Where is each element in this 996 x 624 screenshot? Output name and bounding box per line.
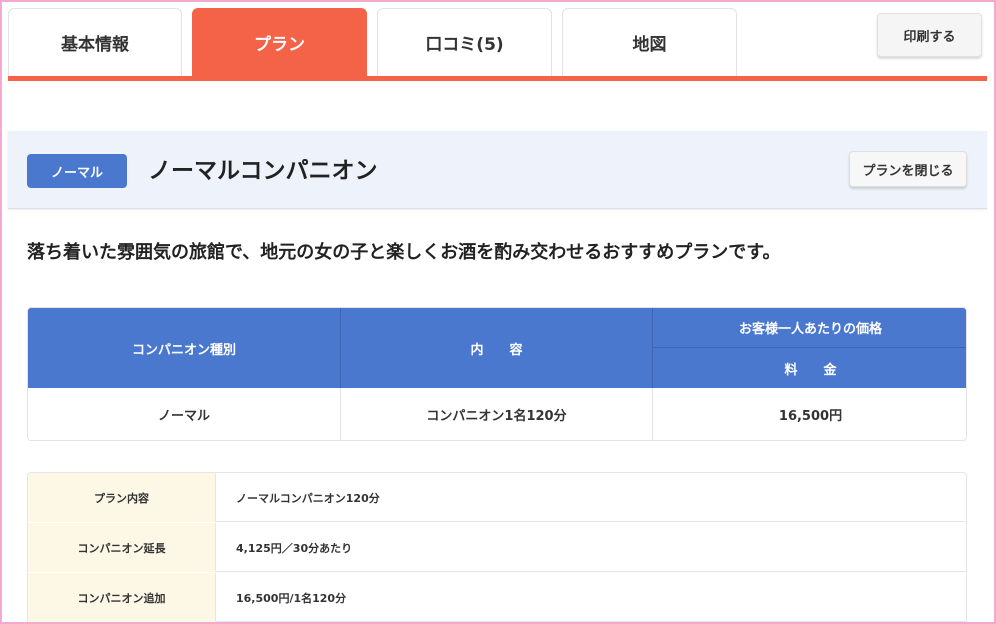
tab-plan[interactable]: プラン [192,8,367,76]
detail-row-additional: コンパニオン追加 16,500円/1名120分 [28,573,966,622]
plan-type-badge: ノーマル [27,154,127,188]
tab-map[interactable]: 地図 [562,8,737,76]
plan-header: ノーマル ノーマルコンパニオン プランを閉じる [8,131,987,209]
price-table: コンパニオン種別 内 容 お客様一人あたりの価格 料 金 ノーマル コンパニオン… [27,307,967,441]
header-content: 内 容 [341,308,653,388]
header-companion-type: コンパニオン種別 [28,308,341,388]
close-plan-button[interactable]: プランを閉じる [849,151,967,187]
print-button[interactable]: 印刷する [877,13,982,57]
detail-table: プラン内容 ノーマルコンパニオン120分 コンパニオン延長 4,125円／30分… [27,472,967,624]
plan-title: ノーマルコンパニオン [148,158,378,184]
cell-price: 16,500円 [653,388,966,440]
tab-basic-info[interactable]: 基本情報 [8,8,182,76]
detail-label: コンパニオン追加 [28,573,216,622]
header-price: 料 金 [653,348,966,388]
cell-content: コンパニオン1名120分 [341,388,653,440]
tab-label: プラン [254,35,305,55]
detail-value: 16,500円/1名120分 [236,591,347,605]
detail-row-plan-content: プラン内容 ノーマルコンパニオン120分 [28,473,966,522]
tab-bar: 基本情報 プラン 口コミ(5) 地図 [8,8,988,82]
detail-value: ノーマルコンパニオン120分 [236,491,380,505]
header-price-group: お客様一人あたりの価格 [653,308,966,348]
tab-label: 基本情報 [61,35,129,55]
detail-label: プラン内容 [28,473,216,522]
plan-description: 落ち着いた雰囲気の旅館で、地元の女の子と楽しくお酒を酌み交わせるおすすめプランで… [27,242,781,263]
detail-label: コンパニオン延長 [28,523,216,572]
tab-label: 口コミ(5) [425,35,504,55]
tab-underline [8,76,987,81]
detail-value: 4,125円／30分あたり [236,541,353,555]
tab-label: 地図 [632,35,667,55]
detail-row-extension: コンパニオン延長 4,125円／30分あたり [28,523,966,572]
cell-companion-type: ノーマル [28,388,341,440]
tab-reviews[interactable]: 口コミ(5) [377,8,552,76]
